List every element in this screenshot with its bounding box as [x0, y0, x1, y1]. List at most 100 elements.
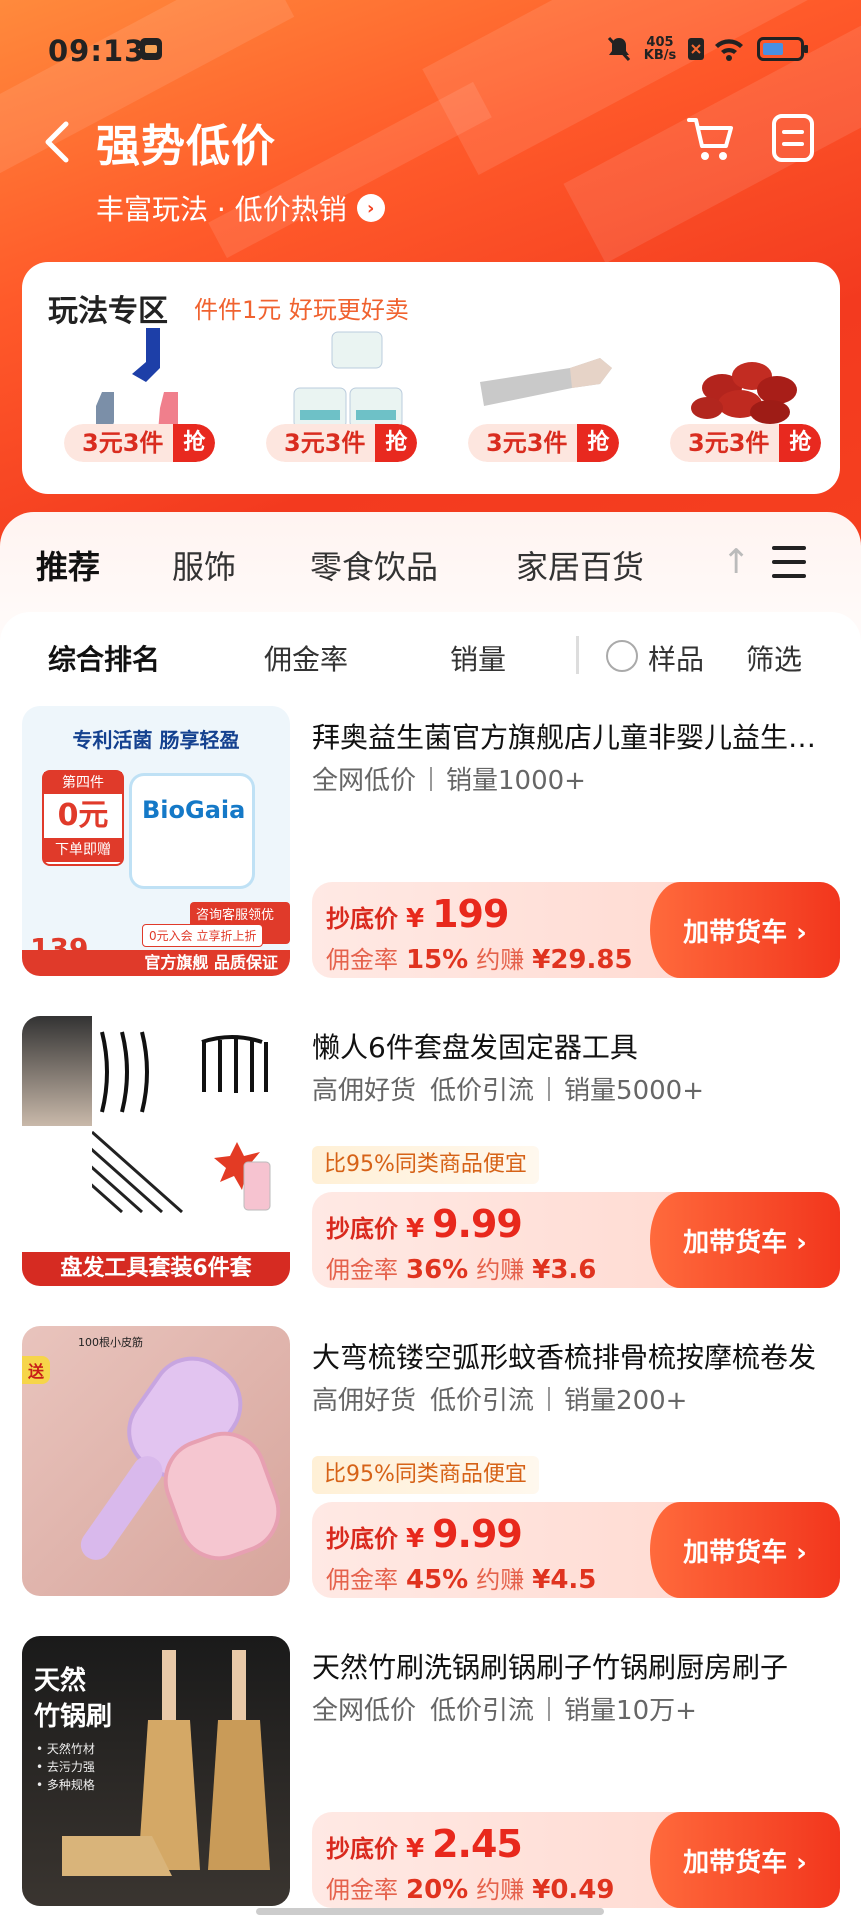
chevron-right-icon: › [356, 194, 385, 222]
earn-value: ¥29.85 [532, 945, 633, 975]
earn-value: ¥4.5 [532, 1565, 597, 1595]
status-time: 09:13 [48, 34, 146, 68]
price-label: 抄底价 [326, 1215, 398, 1243]
add-to-cart-button[interactable]: 加带货车 › [650, 882, 840, 978]
main-content: 推荐 服饰 零食饮品 家居百货 ↑ 综合排名 佣金率 销量 样品 筛选 专利活菌… [0, 512, 861, 1920]
image-banner: 专利活菌 肠享轻盈 [72, 728, 240, 752]
zone-item-dates[interactable]: 3元3件 抢 [652, 328, 832, 478]
commission-value: 15% [406, 945, 469, 975]
hair-photo [22, 1016, 92, 1126]
earn-label: 约赚 [476, 1566, 525, 1594]
home-indicator[interactable] [256, 1908, 604, 1915]
divider [548, 1386, 551, 1411]
price-bar: 抄底价 ¥ 9.99 佣金率 36% 约赚 ¥3.6 加带货车 › [312, 1192, 840, 1288]
sales-count: 销量200+ [564, 1386, 688, 1416]
battery-icon [756, 34, 810, 64]
add-to-cart-button[interactable]: 加带货车 › [650, 1502, 840, 1598]
zone-badge: 3元3件 抢 [64, 424, 216, 462]
product-name[interactable]: 拜奥益生菌官方旗舰店儿童非婴儿益生菌滴剂 [312, 716, 842, 756]
commission-value: 36% [406, 1255, 469, 1285]
tag: 全网低价 [312, 766, 417, 796]
sort-bar: 综合排名 佣金率 销量 样品 筛选 [0, 612, 861, 707]
zone-title: 玩法专区 [48, 294, 168, 329]
zone-item-sleeve[interactable]: 3元3件 抢 [450, 328, 630, 478]
sales-count: 销量10万+ [564, 1696, 697, 1726]
zone-badge: 3元3件 抢 [670, 424, 822, 462]
zone-item-tissue[interactable]: 3元3件 抢 [248, 328, 428, 478]
commission-value: 45% [406, 1565, 469, 1595]
zone-badge-text: 3元3件 [468, 424, 578, 462]
add-to-cart-button[interactable]: 加带货车 › [650, 1812, 840, 1908]
price-label: 抄底价 [326, 1525, 398, 1553]
grab-button[interactable]: 抢 [173, 424, 216, 462]
sort-comprehensive[interactable]: 综合排名 [48, 638, 160, 678]
product-card[interactable]: 送 100根小皮筋 大弯梳镂空弧形蚊香梳排骨梳按摩梳卷发 高佣好货 低价引流 销… [0, 1326, 861, 1636]
sample-radio[interactable] [606, 640, 638, 672]
sim-off-icon [686, 34, 706, 64]
tab-snacks[interactable]: 零食饮品 [310, 542, 438, 588]
earn-label: 约赚 [476, 946, 525, 974]
hairpin-icon [92, 1031, 271, 1214]
product-name[interactable]: 懒人6件套盘发固定器工具 [312, 1026, 842, 1066]
currency: ¥ [406, 1834, 425, 1864]
commission-label: 佣金率 [326, 1256, 398, 1284]
grab-button[interactable]: 抢 [779, 424, 822, 462]
price-bar: 抄底价 ¥ 199 佣金率 15% 约赚 ¥29.85 加带货车 › [312, 882, 840, 978]
red-dates-icon [691, 362, 797, 424]
tag: 低价引流 [430, 1076, 535, 1106]
tag: 高佣好货 [312, 1386, 417, 1416]
compare-badge: 比95%同类商品便宜 [312, 1146, 539, 1184]
currency: ¥ [406, 904, 425, 934]
product-tags: 高佣好货 低价引流 销量5000+ [312, 1070, 704, 1107]
tab-recommend[interactable]: 推荐 [36, 542, 100, 588]
tab-apparel[interactable]: 服饰 [172, 542, 236, 588]
price-label: 抄底价 [326, 905, 398, 933]
divider [576, 636, 579, 674]
price-bar: 抄底价 ¥ 2.45 佣金率 20% 约赚 ¥0.49 加带货车 › [312, 1812, 840, 1908]
promo-value: 0元 [57, 798, 109, 833]
list-doc-icon[interactable] [770, 112, 816, 164]
grab-button[interactable]: 抢 [577, 424, 620, 462]
sales-count: 销量1000+ [446, 766, 586, 796]
sort-sales[interactable]: 销量 [450, 638, 506, 678]
back-icon[interactable] [38, 114, 82, 174]
zone-badge: 3元3件 抢 [468, 424, 620, 462]
tab-home[interactable]: 家居百货 [516, 542, 644, 588]
sort-commission[interactable]: 佣金率 [264, 638, 348, 678]
divider [548, 1696, 551, 1721]
cart-icon[interactable] [686, 112, 736, 164]
bottle-box: BioGaia [132, 776, 252, 886]
price-label: 抄底价 [326, 1835, 398, 1863]
earn-label: 约赚 [476, 1256, 525, 1284]
add-to-cart-button[interactable]: 加带货车 › [650, 1192, 840, 1288]
commission-label: 佣金率 [326, 1566, 398, 1594]
product-image[interactable]: 送 100根小皮筋 [22, 1326, 290, 1596]
product-image[interactable]: 赠送 盘发工具套装6件套 [22, 1016, 290, 1286]
promo-note: 下单即赠 [44, 838, 122, 862]
category-menu-icon[interactable] [772, 546, 806, 580]
product-card[interactable]: 天然 竹锅刷 • 天然竹材 • 去污力强 • 多种规格 天然竹刷洗锅刷锅刷子竹锅… [0, 1636, 861, 1920]
product-image[interactable]: 天然 竹锅刷 • 天然竹材 • 去污力强 • 多种规格 [22, 1636, 290, 1906]
member-label: 0元入会 立享折上折 [142, 924, 264, 947]
currency: ¥ [406, 1214, 425, 1244]
product-card[interactable]: 专利活菌 肠享轻盈 第四件 0元 下单即赠 BioGaia 咨询客服领优惠 0元… [0, 706, 861, 1016]
earn-label: 约赚 [476, 1876, 525, 1904]
grab-button[interactable]: 抢 [375, 424, 418, 462]
product-name[interactable]: 大弯梳镂空弧形蚊香梳排骨梳按摩梳卷发 [312, 1336, 842, 1376]
sort-filter[interactable]: 筛选 [746, 638, 802, 678]
sort-sample[interactable]: 样品 [648, 638, 704, 678]
subtitle-link[interactable]: 丰富玩法 · 低价热销 › [96, 188, 385, 228]
product-name[interactable]: 天然竹刷洗锅刷锅刷子竹锅刷厨房刷子 [312, 1646, 842, 1686]
product-tags: 全网低价 销量1000+ [312, 760, 586, 797]
zone-subtitle: 件件1元 好玩更好卖 [194, 296, 409, 324]
divider [430, 766, 433, 791]
commission-label: 佣金率 [326, 1876, 398, 1904]
zone-badge-text: 3元3件 [64, 424, 174, 462]
net-speed-unit: KB/s [643, 48, 677, 63]
image-footer: 官方旗舰 品质保证 [22, 950, 290, 976]
zone-item-socks[interactable]: 3元3件 抢 [46, 328, 226, 478]
tag: 低价引流 [430, 1386, 535, 1416]
earn-value: ¥0.49 [532, 1875, 615, 1905]
product-card[interactable]: 赠送 盘发工具套装6件套 懒人6件套盘发固定器工具 高佣好货 低价引流 销量50… [0, 1016, 861, 1326]
product-image[interactable]: 专利活菌 肠享轻盈 第四件 0元 下单即赠 BioGaia 咨询客服领优惠 0元… [22, 706, 290, 976]
